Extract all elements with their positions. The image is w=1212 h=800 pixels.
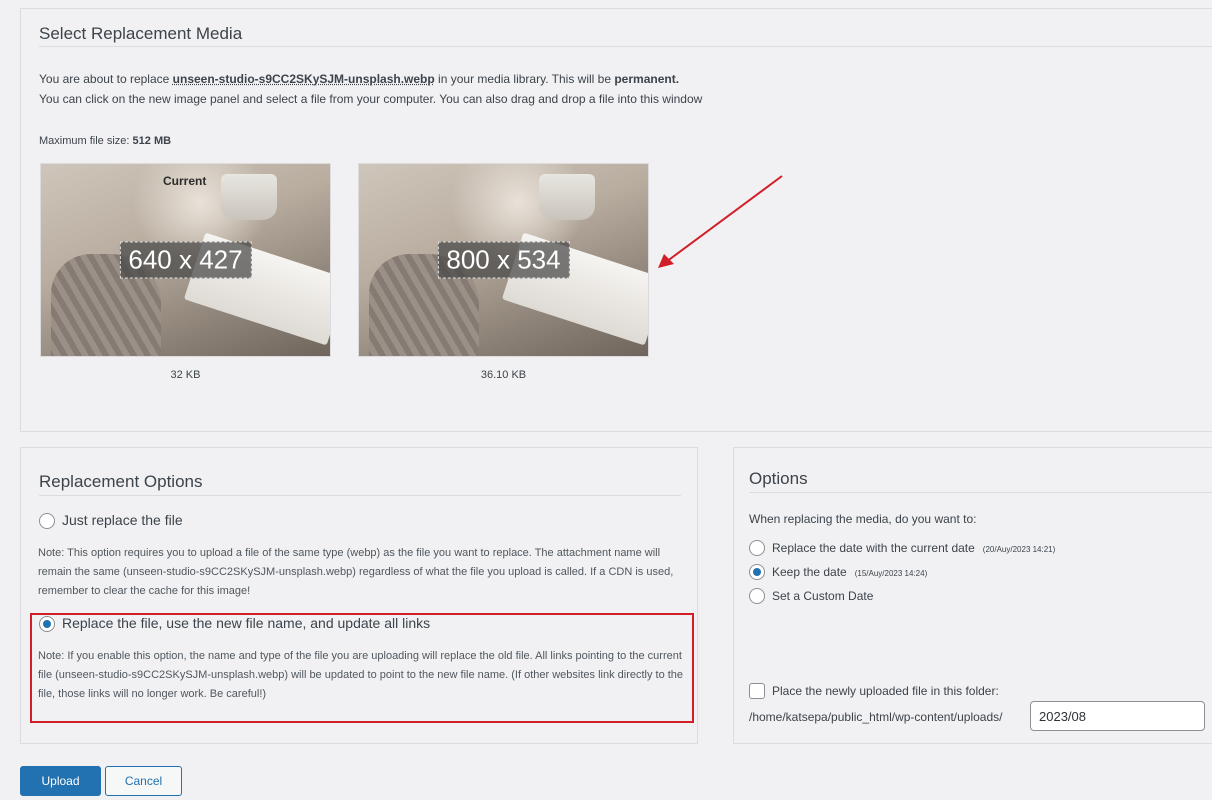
current-label: Current: [163, 174, 207, 188]
current-image-preview: Current 640 x 427: [40, 163, 331, 357]
just-replace-note: Note: This option requires you to upload…: [38, 547, 674, 597]
replace-warning-text: You are about to replace unseen-studio-s…: [39, 72, 680, 86]
folder-input[interactable]: [1030, 701, 1205, 731]
select-replacement-media-panel: Select Replacement Media You are about t…: [20, 8, 1212, 432]
custom-date-radio[interactable]: [749, 588, 765, 604]
image-cup: [539, 174, 595, 220]
custom-date-label[interactable]: Set a Custom Date: [772, 589, 873, 603]
keep-date-label[interactable]: Keep the date (15/Auy/2023 14:24): [772, 565, 927, 579]
panel-title: Options: [749, 469, 808, 488]
current-file-size: 32 KB: [170, 369, 201, 381]
current-filename: unseen-studio-s9CC2SKySJM-unsplash.webp: [172, 72, 435, 86]
options-question: When replacing the media, do you want to…: [749, 512, 977, 526]
just-replace-label[interactable]: Just replace the file: [62, 512, 183, 528]
panel-title: Select Replacement Media: [39, 24, 243, 43]
replace-update-links-label[interactable]: Replace the file, use the new file name,…: [62, 615, 430, 631]
replace-update-links-radio[interactable]: [39, 616, 55, 632]
max-file-size: Maximum file size: 512 MB: [39, 135, 172, 147]
replace-date-radio[interactable]: [749, 540, 765, 556]
title-divider: [39, 46, 1212, 47]
panel-title: Replacement Options: [39, 472, 203, 491]
keep-date-radio[interactable]: [749, 564, 765, 580]
replace-update-links-note: Note: If you enable this option, the nam…: [38, 650, 684, 700]
folder-label[interactable]: Place the newly uploaded file in this fo…: [772, 684, 999, 698]
upload-button[interactable]: Upload: [20, 766, 101, 796]
replace-date-label[interactable]: Replace the date with the current date (2…: [772, 541, 1055, 555]
title-divider: [749, 492, 1212, 493]
just-replace-radio[interactable]: [39, 513, 55, 529]
new-dimensions: 800 x 534: [437, 241, 570, 279]
title-divider: [39, 495, 681, 496]
image-cup: [221, 174, 277, 220]
current-dimensions: 640 x 427: [119, 241, 252, 279]
folder-path: /home/katsepa/public_html/wp-content/upl…: [749, 710, 1003, 724]
cancel-button[interactable]: Cancel: [105, 766, 182, 796]
instructions-text: You can click on the new image panel and…: [39, 92, 703, 106]
annotation-arrow-icon: [658, 175, 783, 268]
folder-checkbox[interactable]: [749, 683, 765, 699]
new-file-size: 36.10 KB: [480, 369, 527, 381]
new-image-panel[interactable]: 800 x 534: [358, 163, 649, 357]
